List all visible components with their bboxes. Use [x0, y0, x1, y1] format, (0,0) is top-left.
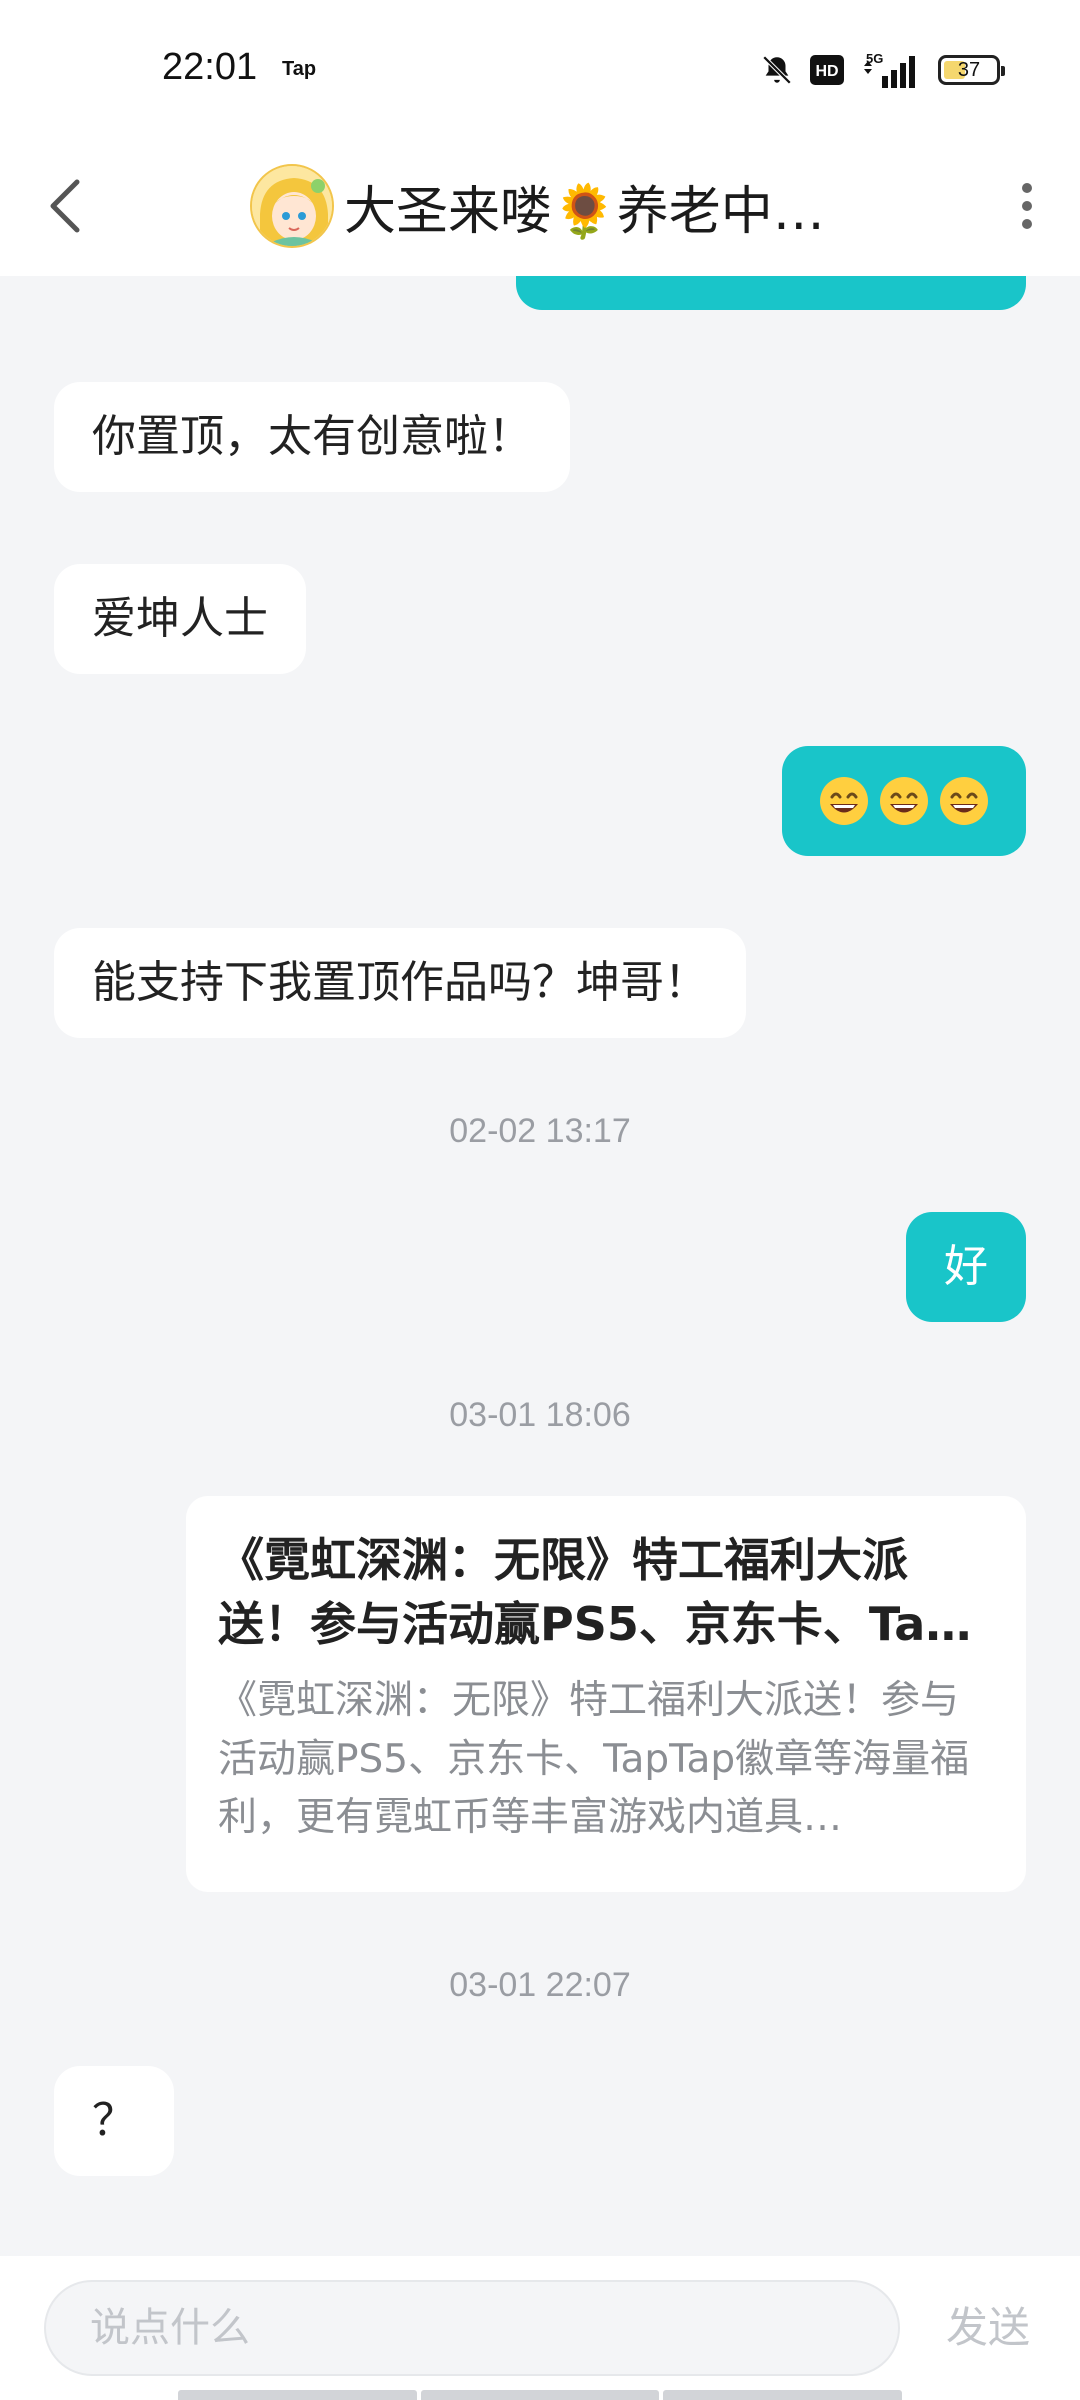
avatar[interactable]: [250, 164, 334, 248]
grinning-face-icon: [820, 777, 868, 825]
link-card-title: 《霓虹深渊：无限》特工福利大派送！参与活动赢PS5、京东卡、Ta…: [218, 1533, 972, 1652]
nav-segment: [178, 2390, 417, 2400]
message-text: 能支持下我置顶作品吗？坤哥！: [92, 957, 708, 1009]
message-bubble-in[interactable]: 能支持下我置顶作品吗？坤哥！: [54, 928, 746, 1038]
message-input[interactable]: [44, 2280, 900, 2376]
status-icons: HD 5G 37: [760, 50, 1005, 90]
chat-message-list[interactable]: 你置顶，太有创意啦！ 爱坤人士 😄😄😄 能支持下我置顶作品: [0, 276, 1080, 2256]
more-options-button[interactable]: [1002, 166, 1052, 246]
message-text: 好: [944, 1241, 988, 1293]
signal-5g-icon: 5G: [864, 51, 915, 88]
message-bubble-in[interactable]: ？: [54, 2066, 174, 2176]
message-bubble-in[interactable]: 爱坤人士: [54, 564, 306, 674]
battery-level: 37: [957, 58, 981, 81]
shared-link-card[interactable]: 《霓虹深渊：无限》特工福利大派送！参与活动赢PS5、京东卡、Ta… 《霓虹深渊：…: [186, 1496, 1026, 1892]
message-bubble-out[interactable]: 好: [906, 1212, 1026, 1322]
status-time: 22:01: [162, 46, 258, 88]
message-bubble-out[interactable]: 😄😄😄: [782, 746, 1026, 856]
chat-title: 大圣来喽🌻养老中…: [344, 181, 825, 242]
status-bar: 22:01 Tap HD 5G 37: [0, 0, 1080, 140]
chevron-left-icon: [50, 179, 80, 233]
message-timestamp: 02-02 13:17: [449, 1112, 631, 1150]
gesture-navigation-bar[interactable]: [178, 2390, 903, 2400]
send-button[interactable]: 发送: [946, 2286, 1030, 2370]
message-text: 爱坤人士: [92, 593, 268, 645]
back-button[interactable]: [40, 166, 90, 246]
message-timestamp: 03-01 22:07: [449, 1966, 631, 2004]
svg-text:HD: HD: [815, 63, 838, 80]
grinning-face-icon: [880, 777, 928, 825]
bell-off-icon: [762, 55, 792, 85]
message-bubble-out-partial[interactable]: [516, 276, 1026, 310]
link-card-description: 《霓虹深渊：无限》特工福利大派送！参与活动赢PS5、京东卡、TapTap徽章等海…: [218, 1678, 970, 1840]
message-text: ？: [92, 2095, 136, 2147]
nav-segment: [663, 2390, 903, 2400]
grinning-face-icon: [940, 777, 988, 825]
top-area: 22:01 Tap HD 5G 37 大圣来喽🌻养老中…: [0, 0, 1080, 276]
nav-segment: [420, 2390, 660, 2400]
avatar-image: [252, 166, 332, 246]
message-timestamp: 03-01 18:06: [449, 1396, 631, 1434]
chat-header: 大圣来喽🌻养老中…: [0, 140, 1080, 276]
tap-notification-icon: Tap: [282, 58, 317, 80]
message-bubble-in[interactable]: 你置顶，太有创意啦！: [54, 382, 570, 492]
message-input-bar: 发送: [0, 2256, 1080, 2400]
message-text: 你置顶，太有创意啦！: [92, 411, 532, 463]
battery-icon: 37: [938, 55, 1005, 85]
hd-icon: HD: [810, 55, 844, 85]
chat-title-group[interactable]: 大圣来喽🌻养老中…: [250, 146, 825, 266]
more-vertical-icon: [1022, 183, 1032, 229]
